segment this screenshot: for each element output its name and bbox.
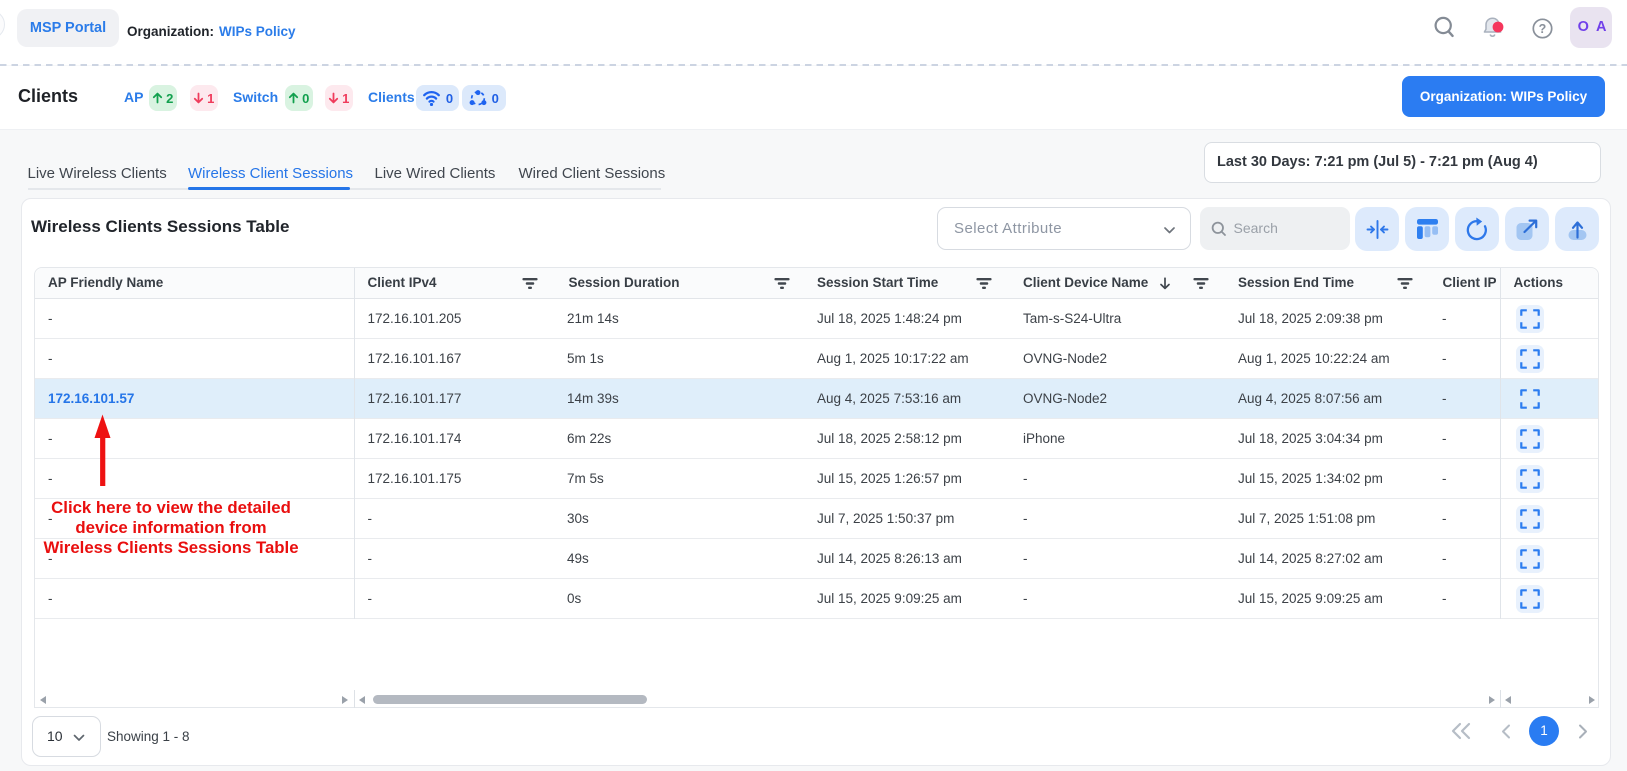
svg-text:?: ? <box>1539 22 1547 36</box>
